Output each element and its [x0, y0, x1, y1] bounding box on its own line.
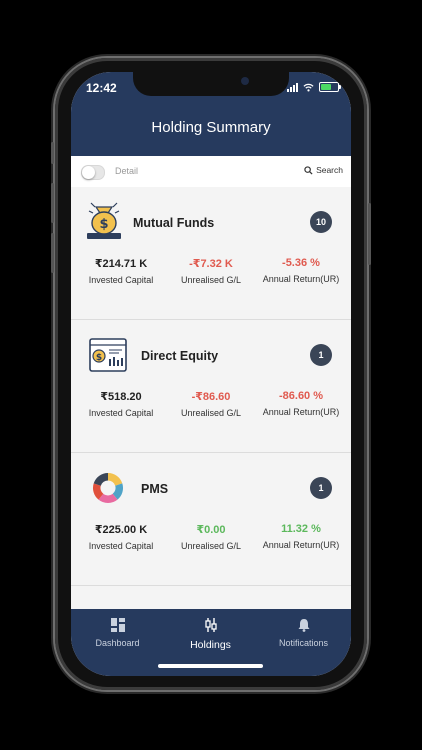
metric-label: Invested Capital — [88, 541, 154, 551]
metric-annual-return: -5.36 % Annual Return(UR) — [253, 257, 349, 284]
stock-chart-icon: $ — [89, 338, 127, 372]
mute-switch — [51, 142, 54, 164]
notch — [133, 72, 289, 96]
bell-icon — [298, 619, 309, 632]
battery-icon — [319, 82, 341, 92]
count-badge: 1 — [310, 344, 332, 366]
tab-label: Dashboard — [95, 638, 140, 648]
metric-label: Unrealised G/L — [180, 541, 242, 551]
status-icons — [287, 82, 341, 92]
metric-label: Unrealised G/L — [180, 408, 242, 418]
camera — [241, 77, 249, 85]
metric-label: Invested Capital — [88, 408, 154, 418]
metric-value: -₹7.32 K — [189, 258, 233, 270]
power-button — [368, 203, 371, 265]
tab-label: Notifications — [278, 638, 329, 648]
metric-value: -5.36 % — [282, 257, 320, 269]
search-icon — [304, 165, 313, 175]
page-title: Holding Summary — [151, 119, 271, 136]
metric-unrealised-gl: -₹7.32 K Unrealised G/L — [163, 257, 259, 285]
card-title: PMS — [141, 482, 169, 496]
money-bag-icon: $ — [87, 202, 121, 239]
metric-value: 11.32 % — [281, 523, 321, 535]
metric-value: ₹225.00 K — [94, 524, 148, 536]
metric-label: Unrealised G/L — [180, 275, 242, 285]
holdings-icon — [204, 618, 217, 632]
metric-value: -₹86.60 — [191, 391, 231, 403]
home-indicator — [158, 664, 263, 668]
search-button[interactable]: Search — [304, 165, 343, 175]
metric-unrealised-gl: -₹86.60 Unrealised G/L — [163, 390, 259, 418]
count-badge: 1 — [310, 477, 332, 499]
metric-value: ₹518.20 — [100, 391, 142, 403]
metric-label: Annual Return(UR) — [262, 274, 340, 284]
wifi-icon — [303, 83, 314, 91]
metric-unrealised-gl: ₹0.00 Unrealised G/L — [163, 523, 259, 551]
holding-card-mutual-funds[interactable]: $ Mutual Funds 10 ₹214.71 K Invested Cap… — [71, 187, 351, 320]
card-title: Direct Equity — [141, 349, 219, 363]
app-header: 12:42 Holding Summary — [71, 72, 351, 156]
pie-ring-icon — [92, 472, 124, 503]
tab-label: Holdings — [190, 639, 231, 651]
metric-value: ₹214.71 K — [94, 258, 148, 270]
count-badge: 10 — [310, 211, 332, 233]
bottom-tab-bar: Dashboard Holdings Notifications — [71, 609, 351, 676]
tab-notifications[interactable]: Notifications — [257, 618, 350, 648]
metric-invested-capital: ₹225.00 K Invested Capital — [73, 523, 169, 551]
tab-dashboard[interactable]: Dashboard — [71, 618, 164, 648]
signal-icon — [287, 82, 298, 92]
search-label: Search — [316, 165, 343, 175]
svg-text:$: $ — [99, 217, 108, 232]
holding-card-direct-equity[interactable]: $ Direct Equity 1 ₹518.20 Invested Capit… — [71, 320, 351, 453]
screen: 12:42 Holding Summary Detail Search $ Mu… — [71, 72, 351, 676]
svg-text:$: $ — [96, 353, 102, 363]
metric-label: Annual Return(UR) — [262, 540, 340, 550]
volume-up-button — [51, 183, 54, 223]
metric-value: ₹0.00 — [196, 524, 226, 536]
metric-annual-return: -86.60 % Annual Return(UR) — [253, 390, 349, 417]
holding-card-pms[interactable]: PMS 1 ₹225.00 K Invested Capital ₹0.00 U… — [71, 453, 351, 586]
metric-annual-return: 11.32 % Annual Return(UR) — [253, 523, 349, 550]
metric-invested-capital: ₹518.20 Invested Capital — [73, 390, 169, 418]
card-title: Mutual Funds — [133, 216, 215, 230]
detail-toggle[interactable] — [81, 165, 105, 180]
metric-invested-capital: ₹214.71 K Invested Capital — [73, 257, 169, 285]
tab-holdings[interactable]: Holdings — [164, 618, 257, 651]
toolbar: Detail Search — [71, 156, 351, 187]
detail-label: Detail — [115, 166, 139, 176]
metric-label: Annual Return(UR) — [262, 407, 340, 417]
phone-frame: 12:42 Holding Summary Detail Search $ Mu… — [51, 58, 371, 690]
metric-value: -86.60 % — [278, 390, 324, 402]
metric-label: Invested Capital — [88, 275, 154, 285]
volume-down-button — [51, 233, 54, 273]
dashboard-icon — [110, 618, 125, 632]
status-time: 12:42 — [86, 81, 117, 95]
